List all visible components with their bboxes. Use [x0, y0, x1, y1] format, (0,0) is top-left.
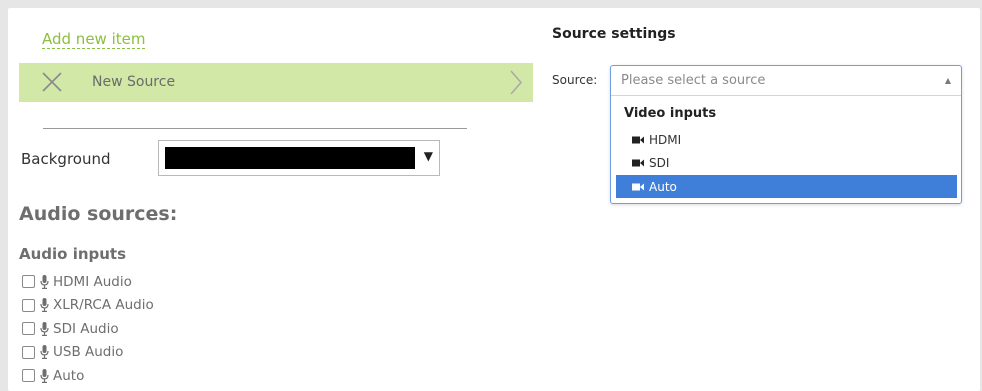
microphone-icon: [40, 298, 49, 313]
item-row-new-source[interactable]: New Source: [19, 63, 533, 102]
audio-input-usb: USB Audio: [22, 341, 154, 365]
close-icon[interactable]: [41, 71, 63, 93]
source-option-auto[interactable]: Auto: [616, 175, 957, 198]
camera-icon: [632, 159, 644, 166]
audio-sources-title: Audio sources:: [19, 203, 178, 225]
audio-checkbox[interactable]: [22, 345, 35, 359]
microphone-icon: [40, 321, 49, 336]
audio-input-label: HDMI Audio: [53, 273, 132, 290]
source-option-label: HDMI: [649, 132, 682, 147]
divider: [43, 128, 467, 129]
video-inputs-group-label: Video inputs: [624, 106, 717, 121]
background-color-select[interactable]: ▼: [158, 140, 440, 176]
audio-input-label: XLR/RCA Audio: [53, 297, 154, 314]
audio-input-sdi: SDI Audio: [22, 317, 154, 341]
source-select-header[interactable]: Please select a source ▲: [611, 66, 961, 96]
background-color-swatch: [165, 147, 415, 169]
audio-input-label: Auto: [53, 367, 85, 384]
source-select[interactable]: Please select a source ▲ Video inputs HD…: [610, 65, 962, 204]
audio-inputs-list: HDMI Audio XLR/RCA Audio SDI Audio USB A…: [22, 270, 154, 388]
source-option-sdi[interactable]: SDI: [616, 151, 957, 174]
add-new-item-link[interactable]: Add new item: [42, 30, 146, 49]
camera-icon: [632, 136, 644, 143]
audio-checkbox[interactable]: [22, 322, 35, 336]
background-label: Background: [21, 150, 111, 168]
audio-input-label: SDI Audio: [53, 320, 119, 337]
audio-checkbox[interactable]: [22, 298, 35, 312]
item-row-label: New Source: [92, 74, 176, 90]
chevron-right-icon: [510, 70, 522, 95]
camera-icon: [632, 183, 644, 190]
microphone-icon: [40, 345, 49, 360]
audio-input-xlr-rca: XLR/RCA Audio: [22, 294, 154, 318]
audio-inputs-heading: Audio inputs: [19, 245, 127, 263]
source-option-label: SDI: [649, 155, 670, 170]
audio-input-auto: Auto: [22, 364, 154, 388]
source-select-placeholder: Please select a source: [621, 73, 766, 88]
microphone-icon: [40, 368, 49, 383]
chevron-up-icon: ▲: [944, 76, 951, 85]
audio-input-hdmi: HDMI Audio: [22, 270, 154, 294]
audio-checkbox[interactable]: [22, 275, 35, 289]
dropdown-arrow-icon: ▼: [423, 149, 433, 163]
audio-input-label: USB Audio: [53, 344, 124, 361]
source-option-hdmi[interactable]: HDMI: [616, 128, 957, 151]
audio-checkbox[interactable]: [22, 369, 35, 383]
microphone-icon: [40, 274, 49, 289]
source-label: Source:: [552, 73, 598, 87]
source-settings-title: Source settings: [552, 26, 676, 42]
source-option-label: Auto: [649, 179, 677, 194]
